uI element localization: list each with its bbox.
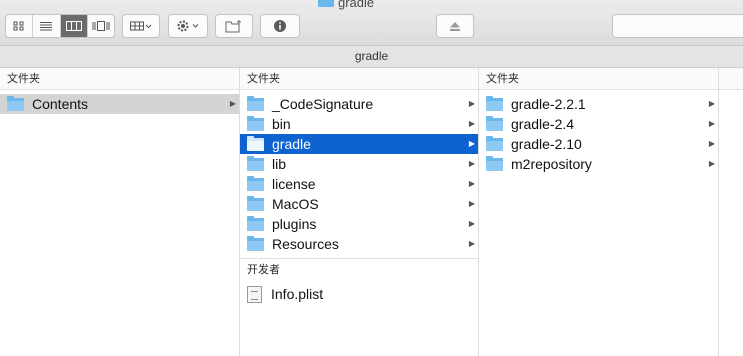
toolbar: gradle	[0, 0, 743, 46]
disclosure-arrow-icon: ▶	[468, 119, 475, 128]
arrange-button[interactable]	[122, 14, 160, 38]
disclosure-arrow-icon: ▶	[468, 219, 475, 228]
disclosure-arrow-icon: ▶	[708, 119, 715, 128]
disclosure-arrow-icon: ▶	[708, 139, 715, 148]
column-view-icon	[65, 21, 82, 31]
item-label: lib	[272, 156, 287, 172]
list-item[interactable]: plugins ▶	[240, 214, 478, 234]
folder-icon	[247, 115, 264, 131]
disclosure-arrow-icon: ▶	[468, 139, 475, 148]
disclosure-arrow-icon: ▶	[468, 199, 475, 208]
title-folder-icon	[318, 0, 334, 7]
disclosure-arrow-icon: ▶	[468, 179, 475, 188]
list-item[interactable]: lib ▶	[240, 154, 478, 174]
column-1: 文件夹 Contents ▶	[0, 68, 240, 356]
search-field[interactable]	[612, 14, 743, 38]
section-header-developer: 开发者	[240, 258, 478, 280]
item-label: _CodeSignature	[272, 96, 374, 112]
column-header: 文件夹	[0, 68, 239, 90]
column-header: 文件夹	[240, 68, 478, 90]
item-label: Contents	[32, 96, 89, 112]
folder-icon	[247, 215, 264, 231]
item-label: bin	[272, 116, 291, 132]
list-item[interactable]: gradle-2.4 ▶	[479, 114, 718, 134]
column-view-button[interactable]	[60, 15, 88, 37]
view-mode-segmented-control	[5, 14, 115, 38]
column-4-empty	[719, 68, 743, 356]
column-header: 文件夹	[479, 68, 718, 90]
eject-button[interactable]	[436, 14, 474, 38]
path-bar: gradle	[0, 46, 743, 68]
disclosure-arrow-icon: ▶	[708, 99, 715, 108]
cover-flow-button[interactable]	[88, 15, 114, 37]
list-item-file[interactable]: Info.plist	[240, 284, 478, 304]
column-2: 文件夹 _CodeSignature ▶ bin ▶ gradle ▶ lib …	[240, 68, 479, 356]
info-icon	[274, 20, 286, 32]
list-item[interactable]: gradle-2.10 ▶	[479, 134, 718, 154]
folder-icon	[247, 135, 264, 151]
item-label: gradle-2.10	[511, 136, 582, 152]
eject-icon	[450, 21, 460, 31]
column-header-empty	[719, 68, 743, 90]
item-label: Info.plist	[271, 286, 324, 302]
disclosure-arrow-icon: ▶	[468, 99, 475, 108]
icon-view-icon	[13, 21, 24, 31]
plist-file-icon	[247, 285, 262, 303]
column-3: 文件夹 gradle-2.2.1 ▶ gradle-2.4 ▶ gradle-2…	[479, 68, 719, 356]
item-label: gradle	[272, 136, 311, 152]
folder-icon	[486, 95, 503, 111]
list-item[interactable]: gradle-2.2.1 ▶	[479, 94, 718, 114]
list-view-button[interactable]	[33, 15, 61, 37]
item-label: plugins	[272, 216, 317, 232]
item-label: m2repository	[511, 156, 592, 172]
action-button[interactable]	[168, 14, 208, 38]
folder-icon	[7, 95, 24, 111]
folder-icon	[247, 155, 264, 171]
folder-icon	[486, 155, 503, 171]
folder-icon	[486, 135, 503, 151]
new-folder-icon	[225, 19, 241, 32]
item-label: Resources	[272, 236, 339, 252]
arrange-icon	[130, 21, 152, 31]
icon-view-button[interactable]	[6, 15, 34, 37]
list-item[interactable]: m2repository ▶	[479, 154, 718, 174]
list-item[interactable]: Resources ▶	[240, 234, 478, 254]
list-item-selected[interactable]: gradle ▶	[240, 134, 478, 154]
item-label: gradle-2.2.1	[511, 96, 586, 112]
item-label: license	[272, 176, 316, 192]
list-view-icon	[40, 22, 53, 31]
path-bar-title: gradle	[354, 49, 389, 63]
folder-icon	[247, 175, 264, 191]
disclosure-arrow-icon: ▶	[468, 239, 475, 248]
folder-icon	[247, 95, 264, 111]
list-item[interactable]: license ▶	[240, 174, 478, 194]
window-title: gradle	[338, 0, 375, 10]
folder-icon	[486, 115, 503, 131]
disclosure-arrow-icon: ▶	[229, 99, 236, 108]
folder-icon	[247, 195, 264, 211]
get-info-button[interactable]	[260, 14, 300, 38]
item-label: MacOS	[272, 196, 319, 212]
list-item[interactable]: MacOS ▶	[240, 194, 478, 214]
list-item[interactable]: _CodeSignature ▶	[240, 94, 478, 114]
disclosure-arrow-icon: ▶	[468, 159, 475, 168]
disclosure-arrow-icon: ▶	[708, 159, 715, 168]
list-item[interactable]: bin ▶	[240, 114, 478, 134]
item-label: gradle-2.4	[511, 116, 575, 132]
new-folder-button[interactable]	[215, 14, 253, 38]
list-item-contents[interactable]: Contents ▶	[0, 94, 239, 114]
gear-icon	[177, 20, 199, 32]
cover-flow-icon	[92, 21, 110, 31]
folder-icon	[247, 235, 264, 251]
